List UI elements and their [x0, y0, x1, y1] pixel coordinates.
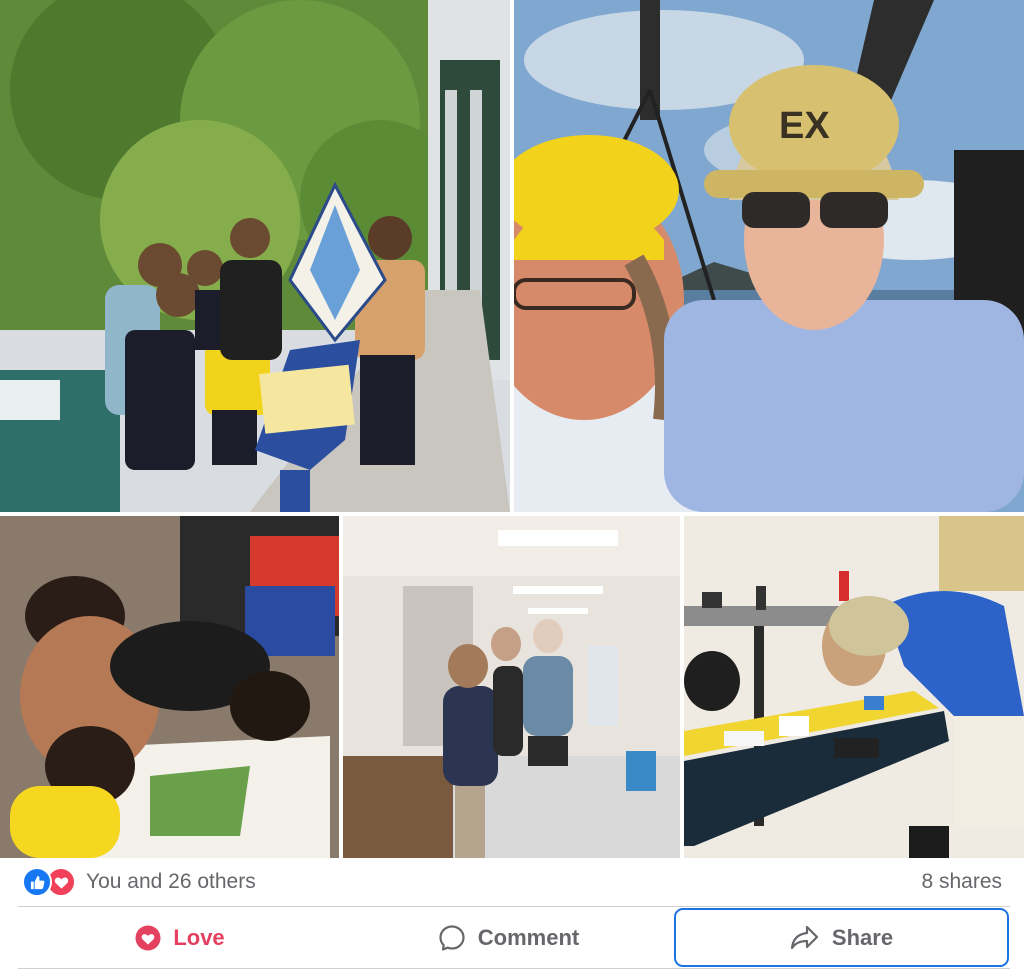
comment-button-label: Comment [477, 924, 580, 950]
divider-bottom [18, 968, 1010, 969]
photo-family-with-boat[interactable] [0, 0, 510, 512]
reactions-bar: You and 26 others 8 shares [0, 858, 1024, 906]
reaction-summary[interactable]: You and 26 others [22, 867, 256, 897]
photo-storage-room[interactable] [343, 516, 680, 858]
action-bar: Love Comment Share [0, 907, 1024, 968]
svg-text:EX: EX [779, 105, 830, 147]
reaction-icons [22, 867, 76, 897]
comment-button[interactable]: Comment [345, 910, 672, 966]
share-button[interactable]: Share [674, 908, 1009, 967]
share-button-label: Share [831, 924, 894, 950]
photo-man-working-on-boat[interactable] [684, 516, 1024, 858]
heart-icon [135, 925, 161, 951]
comment-icon [438, 924, 466, 952]
like-icon [22, 867, 52, 897]
photo-grid: EX [0, 0, 1024, 858]
share-icon [790, 924, 820, 952]
photo-hard-hat-selfie[interactable]: EX [514, 0, 1024, 512]
share-count[interactable]: 8 shares [921, 870, 1002, 894]
reaction-count-text: You and 26 others [86, 870, 256, 893]
love-button-label: Love [173, 924, 225, 950]
photo-kids-coloring[interactable] [0, 516, 339, 858]
love-button[interactable]: Love [20, 910, 340, 966]
